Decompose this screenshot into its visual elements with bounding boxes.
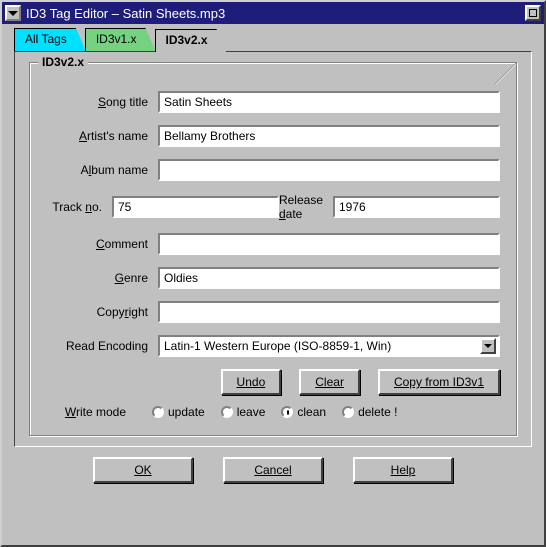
write-mode-label: Write mode (46, 405, 136, 419)
maximize-button[interactable] (525, 5, 541, 21)
undo-button[interactable]: Undo (221, 369, 282, 395)
ok-button[interactable]: OK (93, 457, 193, 483)
copyright-input[interactable] (158, 301, 500, 323)
encoding-value: Latin-1 Western Europe (ISO-8859-1, Win) (164, 339, 391, 353)
id3v2-group: ID3v2.x Song title Artist's name Album n… (29, 62, 517, 436)
release-date-input[interactable] (333, 196, 500, 218)
encoding-select[interactable]: Latin-1 Western Europe (ISO-8859-1, Win) (158, 335, 500, 357)
radio-leave[interactable]: leave (221, 405, 266, 419)
system-menu-icon[interactable] (5, 5, 21, 21)
title-bar[interactable]: ID3 Tag Editor – Satin Sheets.mp3 (2, 2, 544, 24)
artist-input[interactable] (158, 125, 500, 147)
song-title-label: Song title (46, 95, 158, 109)
cancel-button[interactable]: Cancel (223, 457, 323, 483)
copy-from-id3v1-button[interactable]: Copy from ID3v1 (378, 369, 500, 395)
album-input[interactable] (158, 159, 500, 181)
radio-delete[interactable]: delete ! (342, 405, 397, 419)
main-window: ID3 Tag Editor – Satin Sheets.mp3 All Ta… (0, 0, 546, 547)
tab-panel: ID3v2.x Song title Artist's name Album n… (14, 51, 532, 447)
group-title: ID3v2.x (38, 55, 88, 69)
tab-all-tags[interactable]: All Tags (14, 28, 86, 51)
track-label: Track no. (46, 200, 112, 214)
tab-id3v1[interactable]: ID3v1.x (85, 28, 156, 51)
help-button[interactable]: Help (353, 457, 453, 483)
encoding-label: Read Encoding (46, 339, 158, 353)
tab-id3v2[interactable]: ID3v2.x (155, 29, 227, 52)
track-input[interactable] (112, 196, 279, 218)
artist-label: Artist's name (46, 129, 158, 143)
clear-button[interactable]: Clear (299, 369, 360, 395)
radio-clean[interactable]: clean (281, 405, 326, 419)
release-date-label: Release date (279, 193, 333, 221)
song-title-input[interactable] (158, 91, 500, 113)
tab-strip: All Tags ID3v1.x ID3v2.x (14, 28, 544, 51)
genre-label: Genre (46, 271, 158, 285)
copyright-label: Copyright (46, 305, 158, 319)
genre-input[interactable] (158, 267, 500, 289)
album-label: Album name (46, 163, 158, 177)
comment-label: Comment (46, 237, 158, 251)
comment-input[interactable] (158, 233, 500, 255)
radio-update[interactable]: update (152, 405, 205, 419)
dropdown-icon[interactable] (480, 338, 496, 354)
window-title: ID3 Tag Editor – Satin Sheets.mp3 (26, 6, 525, 21)
